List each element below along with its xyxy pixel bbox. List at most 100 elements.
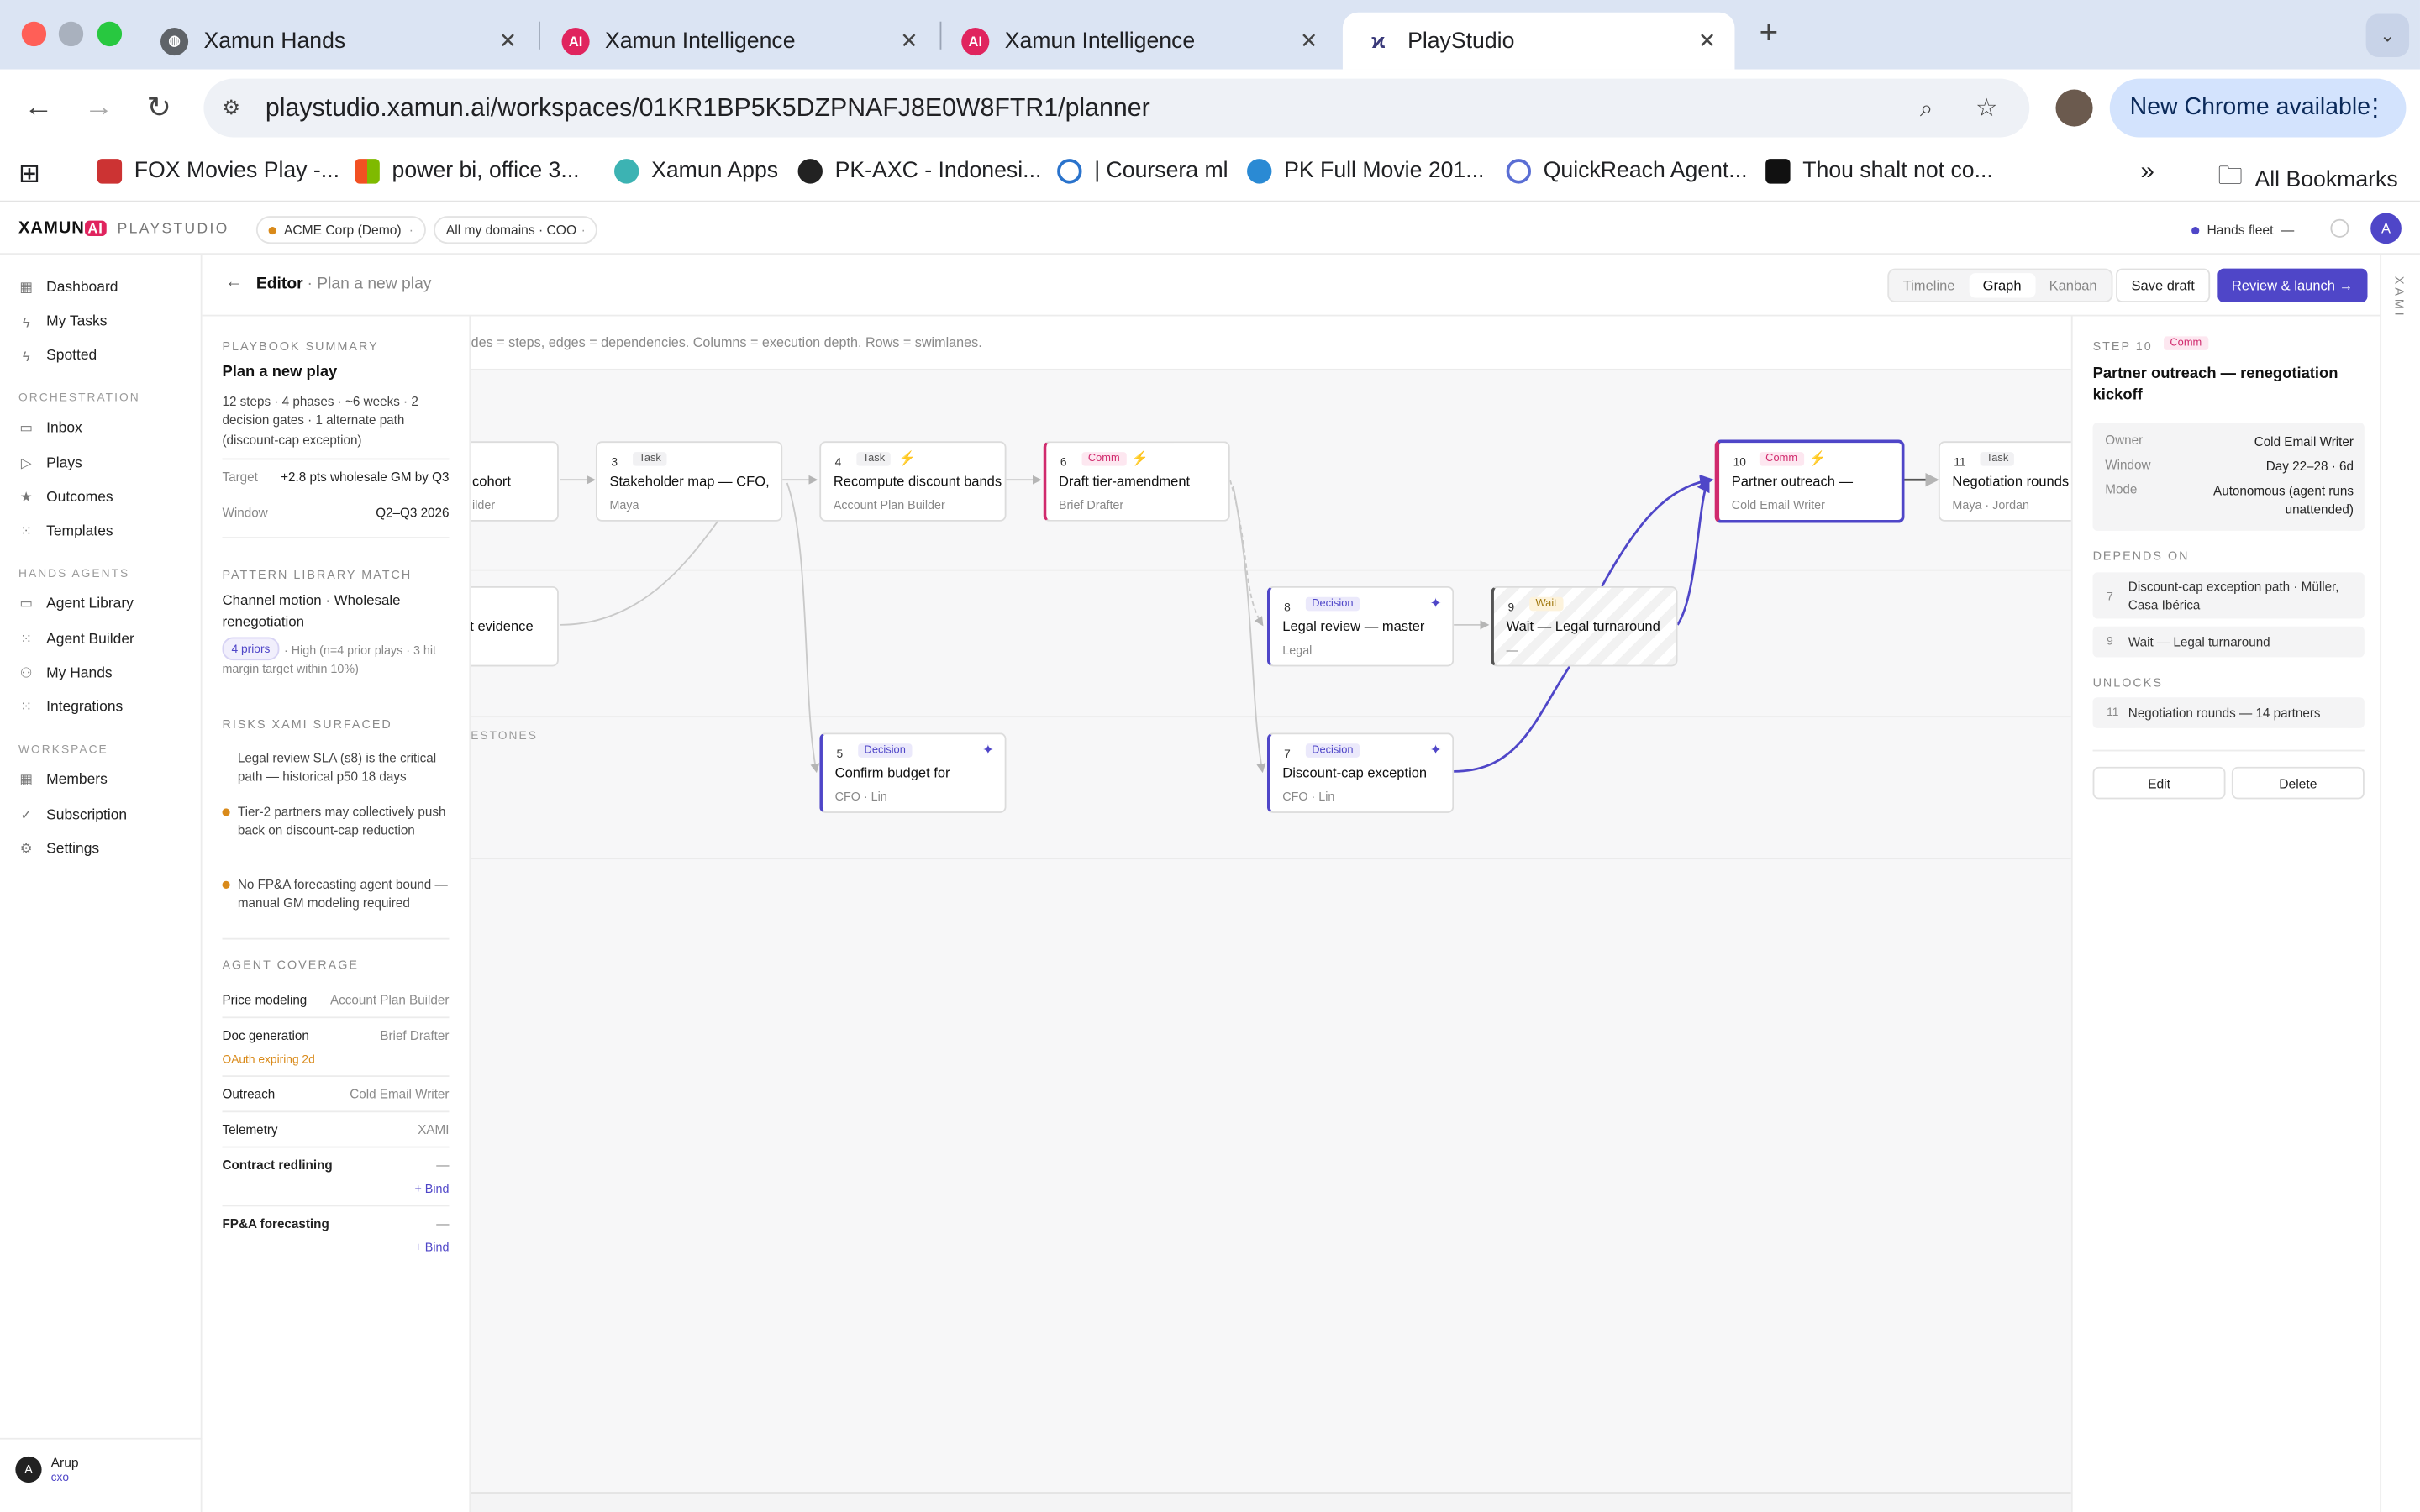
bookmark-item[interactable]: Xamun Apps <box>614 159 778 184</box>
sidebar-item-spotted[interactable]: ϟ Spotted <box>18 347 97 364</box>
sidebar-item-my-hands[interactable]: ⚇ My Hands <box>18 665 113 682</box>
library-icon: ▭ <box>19 595 34 612</box>
xami-rail[interactable]: XAMI <box>2380 255 2420 1512</box>
close-tab-icon[interactable]: ✕ <box>900 28 918 54</box>
new-chrome-available-button[interactable]: New Chrome available ⋮ <box>2109 78 2407 138</box>
xamun-logo[interactable]: XAMUN AI <box>18 219 107 238</box>
review-launch-button[interactable]: Review & launch → <box>2217 268 2367 302</box>
bookmark-item[interactable]: | Coursera ml <box>1057 159 1228 184</box>
tab-graph[interactable]: Graph <box>1969 273 2036 298</box>
graph-node-9[interactable]: 9 Wait Wait — Legal turnaround — <box>1491 585 1678 667</box>
browser-tab-active[interactable]: ϰ PlayStudio ✕ <box>1342 12 1735 70</box>
bookmark-star-icon[interactable]: ☆ <box>1975 92 1997 123</box>
graph-node-11[interactable]: 11 Task Negotiation rounds Maya · Jordan <box>1938 441 2071 522</box>
templates-icon: ⁙ <box>20 522 33 539</box>
sidebar-item-settings[interactable]: ⚙ Settings <box>18 841 99 858</box>
canvas-bottom-scrollbar[interactable] <box>471 1492 2071 1512</box>
dependency-item[interactable]: 7 Discount-cap exception path · Müller, … <box>2092 572 2365 619</box>
check-icon: ✓ <box>20 806 33 822</box>
profile-avatar[interactable] <box>2055 89 2093 127</box>
browser-tab[interactable]: AI Xamun Intelligence ✕ <box>940 13 1337 70</box>
minimize-window-button[interactable] <box>58 21 84 47</box>
help-icon[interactable] <box>2330 218 2349 238</box>
sidebar-item-outcomes[interactable]: ★ Outcomes <box>18 489 113 506</box>
tab-timeline[interactable]: Timeline <box>1889 270 1969 301</box>
sidebar-item-integrations[interactable]: ⁙ Integrations <box>18 699 123 716</box>
edit-button[interactable]: Edit <box>2092 766 2226 800</box>
bolt-icon: ϟ <box>22 313 30 330</box>
site-info-icon[interactable]: ⚙ <box>222 96 239 120</box>
close-window-button[interactable] <box>21 21 47 47</box>
hands-fleet-indicator[interactable]: Hands fleet — <box>2181 216 2306 244</box>
bookmark-item[interactable]: PK Full Movie 201... <box>1247 159 1484 184</box>
graph-canvas[interactable]: Nodes = steps, edges = dependencies. Col… <box>471 316 2071 1512</box>
tab-search-button[interactable]: ⌄ <box>2365 13 2410 57</box>
graph-node-3[interactable]: 3 Task Stakeholder map — CFO, Maya <box>595 441 783 522</box>
bookmark-item[interactable]: FOX Movies Play -... <box>97 159 339 184</box>
graph-node-8[interactable]: 8 Decision ✦ Legal review — master Legal <box>1266 585 1455 667</box>
close-tab-icon[interactable]: ✕ <box>499 28 518 54</box>
user-avatar[interactable]: A <box>2370 213 2402 244</box>
editor-subtitle: · Plan a new play <box>307 274 432 293</box>
unlock-item[interactable]: 11 Negotiation rounds — 14 partners <box>2092 697 2365 728</box>
close-tab-icon[interactable]: ✕ <box>1300 28 1318 54</box>
close-tab-icon[interactable]: ✕ <box>1698 28 1717 54</box>
automation-bolt-icon: ⚡ <box>1131 450 1149 466</box>
person-icon: ⚇ <box>19 664 33 680</box>
browser-tab[interactable]: AI Xamun Intelligence ✕ <box>540 13 937 70</box>
microsoft-icon <box>355 159 380 184</box>
reload-button[interactable]: ↻ <box>139 88 179 129</box>
sidebar-item-subscription[interactable]: ✓ Subscription <box>18 807 127 824</box>
sidebar-item-agent-library[interactable]: ▭ Agent Library <box>18 596 134 612</box>
graph-node-4[interactable]: 4 Task ⚡ Recompute discount bands Accoun… <box>819 441 1007 522</box>
graph-node-5[interactable]: 5 Decision ✦ Confirm budget for CFO · Li… <box>819 732 1007 813</box>
pattern-title: Channel motion · Wholesale renegotiation <box>222 592 401 629</box>
org-switcher[interactable]: ACME Corp (Demo) · <box>255 216 426 244</box>
graph-node-draft-evidence[interactable]: ft evidence <box>471 585 559 667</box>
graph-node-6[interactable]: 6 Comm ⚡ Draft tier-amendment Brief Draf… <box>1043 441 1230 522</box>
zoom-icon[interactable]: ⌕ <box>1920 95 1933 121</box>
browser-tab[interactable]: ◍ Xamun Hands ✕ <box>139 13 535 70</box>
user-profile[interactable]: A Arup cxo <box>0 1437 203 1512</box>
maximize-window-button[interactable] <box>97 21 123 47</box>
editor-header: ← Editor · Plan a new play Timeline Grap… <box>202 255 2381 317</box>
bookmark-item[interactable]: Thou shalt not co... <box>1765 159 1993 184</box>
sidebar-item-my-tasks[interactable]: ϟ My Tasks <box>18 313 108 330</box>
back-arrow-icon[interactable]: ← <box>225 273 242 291</box>
kebab-menu-icon[interactable]: ⋮ <box>2363 92 2387 123</box>
sidebar-item-dashboard[interactable]: ▦ Dashboard <box>18 279 118 296</box>
members-icon: ▦ <box>19 771 34 787</box>
sidebar-item-inbox[interactable]: ▭ Inbox <box>18 420 82 437</box>
orchestration-header: ORCHESTRATION <box>18 390 140 405</box>
bookmark-item[interactable]: PK-AXC - Indonesi... <box>797 159 1041 184</box>
delete-button[interactable]: Delete <box>2231 766 2365 800</box>
all-bookmarks-button[interactable]: 🗀 All Bookmarks <box>2217 159 2397 201</box>
new-tab-button[interactable]: + <box>1749 14 1789 55</box>
bookmark-favicon-icon <box>797 159 823 184</box>
domain-switcher[interactable]: All my domains · COO · <box>434 216 598 244</box>
save-draft-button[interactable]: Save draft <box>2116 268 2211 302</box>
depends-on-header: DEPENDS ON <box>2092 549 2190 564</box>
back-button[interactable]: ← <box>18 88 59 129</box>
apps-grid-icon[interactable]: ⊞ <box>18 159 40 190</box>
graph-node-cohort[interactable]: cohort ilder <box>471 441 559 522</box>
address-bar[interactable]: ⚙ playstudio.xamun.ai/workspaces/01KR1BP… <box>203 78 2030 138</box>
more-bookmarks-icon[interactable]: » <box>2141 159 2154 186</box>
playbook-description: 12 steps · 4 phases · ~6 weeks · 2 decis… <box>222 393 418 447</box>
grid-icon: ▦ <box>19 279 34 295</box>
bind-agent-button[interactable]: + Bind <box>414 1241 449 1255</box>
dependency-item[interactable]: 9 Wait — Legal turnaround <box>2092 626 2365 658</box>
graph-node-10-selected[interactable]: 10 Comm ⚡ Partner outreach — Cold Email … <box>1714 439 1905 523</box>
sidebar-item-templates[interactable]: ⁙ Templates <box>18 523 113 540</box>
graph-node-7[interactable]: 7 Decision ✦ Discount-cap exception CFO … <box>1266 732 1455 813</box>
step-number-label: STEP 10 <box>2092 339 2153 354</box>
bookmark-item[interactable]: QuickReach Agent... <box>1506 159 1747 184</box>
bind-agent-button[interactable]: + Bind <box>414 1182 449 1196</box>
sidebar-item-plays[interactable]: ▷ Plays <box>18 455 82 472</box>
tab-kanban[interactable]: Kanban <box>2035 270 2111 301</box>
forward-button[interactable]: → <box>79 88 119 129</box>
sidebar-item-agent-builder[interactable]: ⁙ Agent Builder <box>18 631 134 648</box>
hands-agents-header: HANDS AGENTS <box>18 566 130 580</box>
bookmark-item[interactable]: power bi, office 3... <box>355 159 580 184</box>
sidebar-item-members[interactable]: ▦ Members <box>18 771 108 788</box>
